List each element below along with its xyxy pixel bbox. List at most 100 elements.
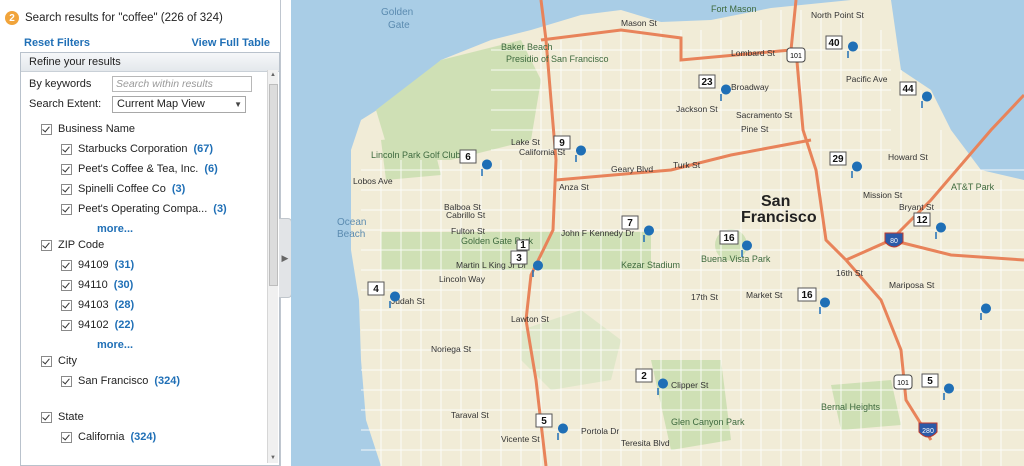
street-label: Howard St: [888, 152, 928, 162]
keywords-input[interactable]: Search within results: [112, 76, 252, 92]
marker-label: 4: [373, 284, 379, 295]
street-label: Clipper St: [671, 380, 709, 390]
facet-item[interactable]: 94110 (30): [61, 279, 133, 291]
extent-select[interactable]: Current Map View ▼: [112, 96, 246, 113]
svg-text:101: 101: [790, 53, 802, 60]
facet-item-count: (28): [114, 299, 135, 311]
checkbox[interactable]: [41, 123, 52, 135]
checkbox[interactable]: [61, 143, 72, 155]
street-label: Portola Dr: [581, 426, 619, 436]
checkbox[interactable]: [61, 299, 72, 311]
step-badge: 2: [5, 11, 19, 25]
water-label-golden: Golden: [381, 7, 413, 18]
facet-item[interactable]: California (324): [61, 431, 156, 443]
facet-business-name[interactable]: Business Name: [41, 123, 135, 135]
reset-filters-link[interactable]: Reset Filters: [24, 37, 90, 49]
street-label: Anza St: [559, 182, 589, 192]
map-marker[interactable]: 1: [516, 239, 530, 251]
facet-item-count: (31): [114, 259, 135, 271]
facet-item[interactable]: Starbucks Corporation (67): [61, 143, 213, 155]
facet-item[interactable]: Peet's Operating Compa... (3): [61, 203, 227, 215]
shield-80: 80: [884, 232, 904, 248]
app-window: 2 Search results for "coffee" (226 of 32…: [0, 0, 1024, 466]
marker-label: 16: [801, 290, 813, 301]
facet-item-count: (3): [171, 183, 186, 195]
checkbox[interactable]: [61, 163, 72, 175]
facet-item[interactable]: Peet's Coffee & Tea, Inc. (6): [61, 163, 218, 175]
map-pin-icon[interactable]: [936, 222, 946, 233]
facet-item[interactable]: 94102 (22): [61, 319, 134, 331]
marker-label: 1: [520, 240, 526, 251]
place-baker-beach: Baker Beach: [501, 42, 553, 52]
shield-101-north: 101: [786, 47, 806, 63]
view-full-table-link[interactable]: View Full Table: [192, 37, 270, 49]
more-link[interactable]: more...: [97, 339, 133, 351]
map-pin-icon[interactable]: [658, 378, 668, 389]
map-pin-icon[interactable]: [922, 91, 932, 102]
scroll-down-icon[interactable]: ▼: [268, 453, 278, 463]
checkbox[interactable]: [61, 279, 72, 291]
facet-item-label: 94110: [78, 279, 108, 291]
facet-item-label: 94103: [78, 299, 109, 311]
map-pin-icon[interactable]: [820, 297, 830, 308]
shield-280: 280: [918, 422, 938, 438]
street-label: Sacramento St: [736, 110, 793, 120]
checkbox[interactable]: [61, 203, 72, 215]
extent-select-value: Current Map View: [117, 98, 205, 110]
map-pin-icon[interactable]: [558, 423, 568, 434]
marker-label: 9: [559, 138, 565, 149]
checkbox[interactable]: [61, 431, 72, 443]
map-pin-icon[interactable]: [742, 240, 752, 251]
facet-item[interactable]: 94109 (31): [61, 259, 134, 271]
checkbox[interactable]: [41, 239, 52, 251]
map-pin-icon[interactable]: [944, 383, 954, 394]
facet-item-label: California: [78, 431, 125, 443]
scroll-up-icon[interactable]: ▲: [268, 70, 278, 80]
checkbox[interactable]: [61, 183, 72, 195]
map-view[interactable]: Golden Gate Ocean Beach San Francisco Pr…: [291, 0, 1024, 466]
facet-item[interactable]: Spinelli Coffee Co (3): [61, 183, 185, 195]
map-pin-icon[interactable]: [576, 145, 586, 156]
map-pin-icon[interactable]: [533, 260, 543, 271]
facet-item-count: (324): [130, 431, 157, 443]
facet-scrollbar[interactable]: ▲ ▼: [267, 70, 278, 463]
street-label: Lombard St: [731, 48, 776, 58]
facet-item-label: Peet's Coffee & Tea, Inc.: [78, 163, 199, 175]
checkbox[interactable]: [61, 375, 72, 387]
map-pin-icon[interactable]: [852, 161, 862, 172]
facet-state[interactable]: State: [41, 411, 84, 423]
map-pin-icon[interactable]: [721, 84, 731, 95]
place-fort-mason: Fort Mason: [711, 4, 757, 14]
results-panel: 2 Search results for "coffee" (226 of 32…: [0, 0, 281, 466]
svg-text:80: 80: [890, 238, 898, 245]
facet-label: City: [58, 355, 77, 367]
street-label: 16th St: [836, 268, 864, 278]
street-label: Lake St: [511, 137, 540, 147]
map-pin-icon[interactable]: [981, 303, 991, 314]
checkbox[interactable]: [41, 355, 52, 367]
facet-zip-code[interactable]: ZIP Code: [41, 239, 104, 251]
facet-item-count: (67): [193, 143, 214, 155]
map-pin-icon[interactable]: [482, 159, 492, 170]
checkbox[interactable]: [61, 319, 72, 331]
map-pin-icon[interactable]: [848, 41, 858, 52]
results-title: Search results for "coffee" (226 of 324): [25, 12, 223, 24]
checkbox[interactable]: [41, 411, 52, 423]
checkbox[interactable]: [61, 259, 72, 271]
street-label: Pine St: [741, 124, 769, 134]
facet-city[interactable]: City: [41, 355, 77, 367]
facet-item[interactable]: San Francisco (324): [61, 375, 180, 387]
map-pin-icon[interactable]: [644, 225, 654, 236]
street-label: Taraval St: [451, 410, 489, 420]
map-pin-icon[interactable]: [390, 291, 400, 302]
facet-item[interactable]: 94103 (28): [61, 299, 134, 311]
more-link[interactable]: more...: [97, 223, 133, 235]
scroll-thumb[interactable]: [269, 84, 278, 286]
marker-label: 3: [516, 253, 522, 264]
place-bernal-heights: Bernal Heights: [821, 402, 881, 412]
street-label: Mason St: [621, 18, 658, 28]
map-canvas[interactable]: Golden Gate Ocean Beach San Francisco Pr…: [291, 0, 1024, 466]
results-header: 2 Search results for "coffee" (226 of 32…: [5, 11, 223, 25]
street-label: Lincoln Way: [439, 274, 486, 284]
keywords-label: By keywords: [29, 78, 92, 90]
